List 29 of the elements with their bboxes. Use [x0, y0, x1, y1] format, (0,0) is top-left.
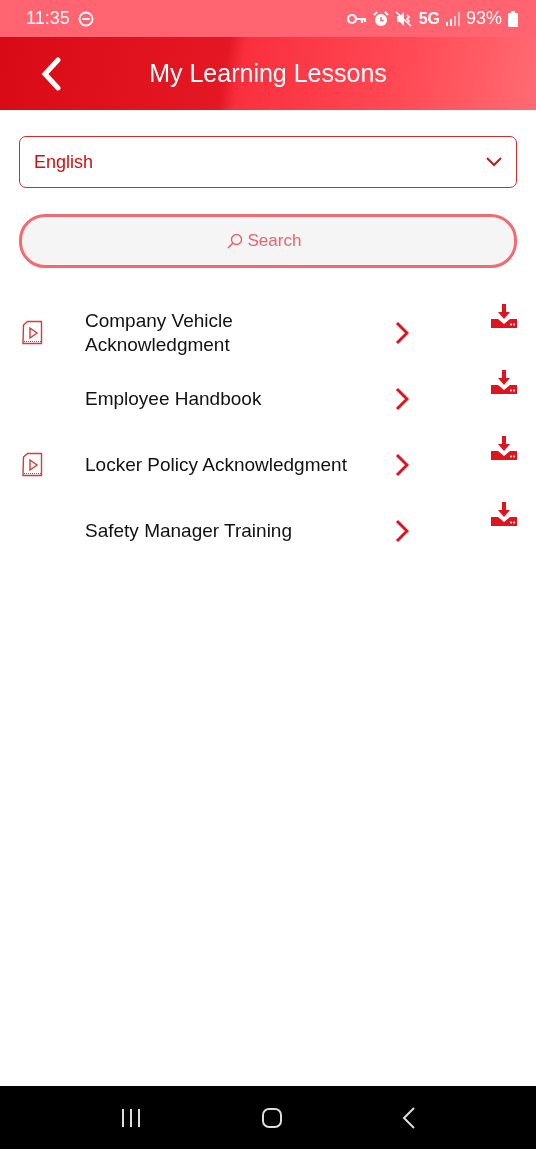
- page-title: My Learning Lessons: [148, 59, 388, 88]
- signal-icon: [445, 11, 460, 26]
- alarm-icon: [372, 10, 389, 27]
- lesson-title: Company Vehicle Acknowledgment: [85, 309, 234, 357]
- open-lesson-button[interactable]: [395, 519, 409, 543]
- search-field[interactable]: Search: [245, 230, 310, 252]
- search-icon: [226, 233, 243, 249]
- battery-level: 93%: [465, 8, 502, 29]
- mute-icon: [394, 10, 413, 27]
- recent-apps-button[interactable]: [119, 1106, 142, 1129]
- download-button[interactable]: [491, 436, 517, 460]
- lesson-title: Locker Policy Acknowledgment: [85, 453, 348, 477]
- download-button[interactable]: [491, 370, 517, 394]
- open-lesson-button[interactable]: [395, 387, 409, 411]
- open-lesson-button[interactable]: [395, 453, 409, 477]
- do-not-disturb-icon: [77, 10, 94, 27]
- network-label: 5G: [418, 9, 440, 28]
- language-dropdown[interactable]: English: [19, 136, 517, 188]
- open-lesson-button[interactable]: [395, 321, 409, 345]
- chevron-down-icon: [486, 157, 502, 167]
- download-button[interactable]: [491, 304, 517, 328]
- status-time: 11:35: [26, 8, 70, 29]
- battery-icon: [508, 10, 518, 27]
- lesson-title: Employee Handbook: [85, 387, 263, 411]
- lesson-title: Safety Manager Training: [85, 519, 293, 543]
- key-icon: [346, 12, 367, 25]
- home-button[interactable]: [261, 1106, 283, 1129]
- download-button[interactable]: [491, 502, 517, 526]
- nav-back-button[interactable]: [402, 1105, 417, 1130]
